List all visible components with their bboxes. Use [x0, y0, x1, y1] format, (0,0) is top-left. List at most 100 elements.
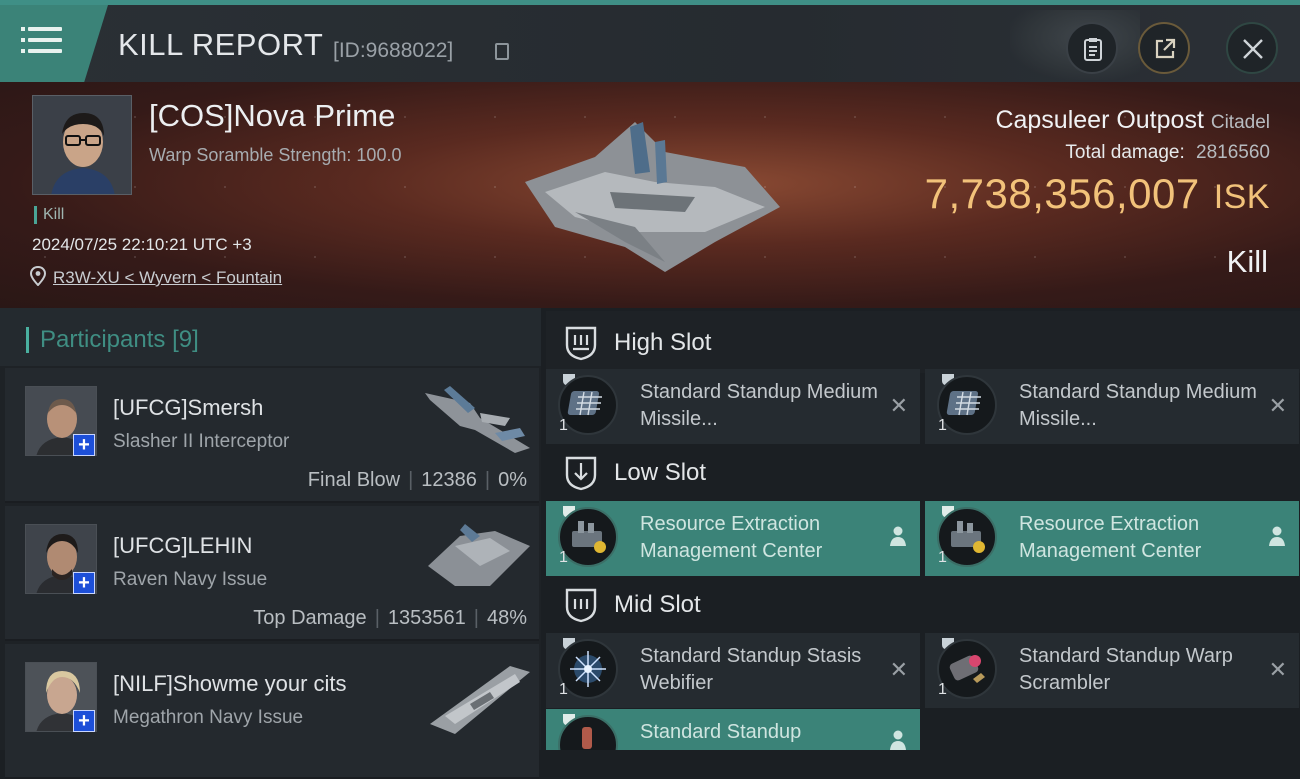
- copy-icon[interactable]: [495, 43, 509, 60]
- module-qty: 1: [938, 681, 947, 698]
- participant-name[interactable]: [UFCG]LEHIN: [113, 533, 252, 559]
- module-qty: 1: [938, 417, 947, 434]
- high-slot-header: High Slot: [546, 311, 1300, 373]
- dropped-person-icon: [890, 526, 906, 546]
- module-item[interactable]: 1 Standard Standup Medium Missile... ✕: [546, 369, 920, 444]
- share-icon: [1155, 38, 1176, 59]
- kill-datetime: 2024/07/25 22:10:21 UTC +3: [32, 235, 252, 254]
- destroyed-icon: ✕: [1268, 393, 1287, 418]
- isk-unit: ISK: [1213, 178, 1270, 216]
- module-name: Resource Extraction Management Center: [640, 513, 823, 562]
- participant-name[interactable]: [UFCG]Smersh: [113, 395, 263, 421]
- module-name: Standard Standup: [640, 721, 802, 743]
- warp-scramble-strength: Warp Soramble Strength: 100.0: [149, 145, 402, 165]
- high-slot-label: High Slot: [614, 329, 712, 356]
- header-accent: [26, 327, 29, 353]
- destroyed-icon: ✕: [889, 657, 908, 682]
- module-name: Standard Standup Medium Missile...: [640, 381, 878, 430]
- participants-title: Participants [9]: [40, 326, 199, 354]
- menu-icon-line: [21, 49, 62, 53]
- victim-portrait[interactable]: [32, 95, 132, 195]
- participant-percent: 0%: [498, 469, 527, 491]
- location-link[interactable]: R3W-XU < Wyvern < Fountain: [53, 268, 282, 288]
- participants-header: Participants [9]: [0, 308, 541, 366]
- location-pin-icon: [30, 266, 46, 286]
- module-name: Standard Standup Warp Scrambler: [1019, 645, 1233, 694]
- result-label: Kill: [1226, 244, 1268, 279]
- menu-button[interactable]: [0, 5, 108, 82]
- module-icon: [558, 715, 618, 750]
- destroyed-icon: ✕: [889, 393, 908, 418]
- page-title: KILL REPORT: [118, 27, 324, 62]
- stats-divider: |: [374, 607, 380, 629]
- close-button[interactable]: [1226, 22, 1278, 74]
- module-qty: 1: [938, 549, 947, 566]
- add-contact-icon[interactable]: +: [73, 572, 95, 594]
- total-damage-value: 2816560: [1196, 142, 1270, 163]
- mid-slot-icon: [565, 588, 597, 623]
- participant-ship: Megathron Navy Issue: [113, 707, 304, 728]
- module-item[interactable]: 1 Resource Extraction Management Center: [546, 501, 920, 576]
- low-slot-header: Low Slot: [546, 444, 1300, 500]
- stats-divider: |: [473, 607, 479, 629]
- share-button[interactable]: [1138, 22, 1190, 74]
- module-item[interactable]: 1 Standard Standup Warp Scrambler ✕: [925, 633, 1299, 708]
- isk-value: 7,738,356,007 ISK: [925, 170, 1270, 218]
- dropped-person-icon: [890, 730, 906, 750]
- participant-name[interactable]: [NILF]Showme your cits: [113, 671, 347, 697]
- participant-row[interactable]: + [UFCG]LEHIN Raven Navy Issue Top Damag…: [5, 506, 539, 641]
- participant-stats: Top Damage | 1353561 | 48%: [253, 607, 527, 630]
- top-bar: KILL REPORT [ID:9688022]: [0, 0, 1300, 82]
- kill-tag: Kill: [34, 206, 64, 224]
- participant-ship: Raven Navy Issue: [113, 569, 268, 590]
- victim-pilot-name[interactable]: [COS]Nova Prime: [149, 98, 395, 134]
- ship-image: [428, 524, 530, 586]
- module-name: Resource Extraction Management Center: [1019, 513, 1202, 562]
- high-slot-icon: [565, 326, 597, 361]
- citadel-structure-image: [525, 122, 780, 272]
- module-item[interactable]: Standard Standup: [546, 709, 920, 750]
- menu-icon-line: [21, 38, 62, 42]
- close-icon: [1243, 39, 1263, 59]
- participant-percent: 48%: [486, 607, 527, 629]
- participant-ship: Slasher II Interceptor: [113, 431, 290, 452]
- participant-damage: 1353561: [387, 607, 466, 629]
- participant-row[interactable]: + [NILF]Showme your cits Megathron Navy …: [5, 644, 539, 779]
- clipboard-button[interactable]: [1066, 22, 1118, 74]
- add-contact-icon[interactable]: +: [73, 710, 95, 732]
- participant-role: Top Damage: [253, 607, 367, 629]
- kill-banner: [COS]Nova Prime Warp Soramble Strength: …: [0, 82, 1300, 308]
- mid-slot-header: Mid Slot: [546, 576, 1300, 632]
- menu-icon: [21, 27, 62, 31]
- destroyed-icon: ✕: [1268, 657, 1287, 682]
- dropped-person-icon: [1269, 526, 1285, 546]
- participant-row[interactable]: + [UFCG]Smersh Slasher II Interceptor Fi…: [5, 368, 539, 503]
- module-name: Standard Standup Stasis Webifier: [640, 645, 862, 694]
- add-contact-icon[interactable]: +: [73, 434, 95, 456]
- total-damage: Total damage: 2816560: [1065, 142, 1270, 164]
- stats-divider: |: [408, 469, 414, 491]
- structure-name: Capsuleer Outpost: [995, 106, 1204, 134]
- total-damage-label: Total damage:: [1065, 142, 1185, 163]
- participants-panel: Participants [9] + [UFCG]Smersh Slasher …: [0, 308, 541, 779]
- participant-damage: 12386: [421, 469, 477, 491]
- module-qty: 1: [559, 681, 568, 698]
- pilot-portrait-icon: [33, 96, 131, 194]
- participants-count: [9]: [172, 326, 199, 353]
- ship-image: [425, 386, 530, 453]
- clipboard-icon: [1084, 38, 1102, 61]
- low-slot-icon: [565, 456, 597, 491]
- participant-role: Final Blow: [307, 469, 401, 491]
- fitting-panel: High Slot 1 Standard Standup Medium Miss…: [541, 308, 1300, 750]
- victim-structure[interactable]: Capsuleer Outpost Citadel: [995, 106, 1270, 135]
- module-item[interactable]: 1 Standard Standup Stasis Webifier ✕: [546, 633, 920, 708]
- low-slot-label: Low Slot: [614, 459, 707, 486]
- mid-slot-label: Mid Slot: [614, 591, 701, 618]
- structure-type: Citadel: [1210, 112, 1270, 133]
- module-item[interactable]: 1 Resource Extraction Management Center: [925, 501, 1299, 576]
- report-id: [ID:9688022]: [333, 39, 454, 62]
- participant-stats: Final Blow | 12386 | 0%: [308, 469, 527, 492]
- module-item[interactable]: 1 Standard Standup Medium Missile... ✕: [925, 369, 1299, 444]
- participants-label: Participants: [40, 326, 166, 353]
- module-qty: 1: [559, 417, 568, 434]
